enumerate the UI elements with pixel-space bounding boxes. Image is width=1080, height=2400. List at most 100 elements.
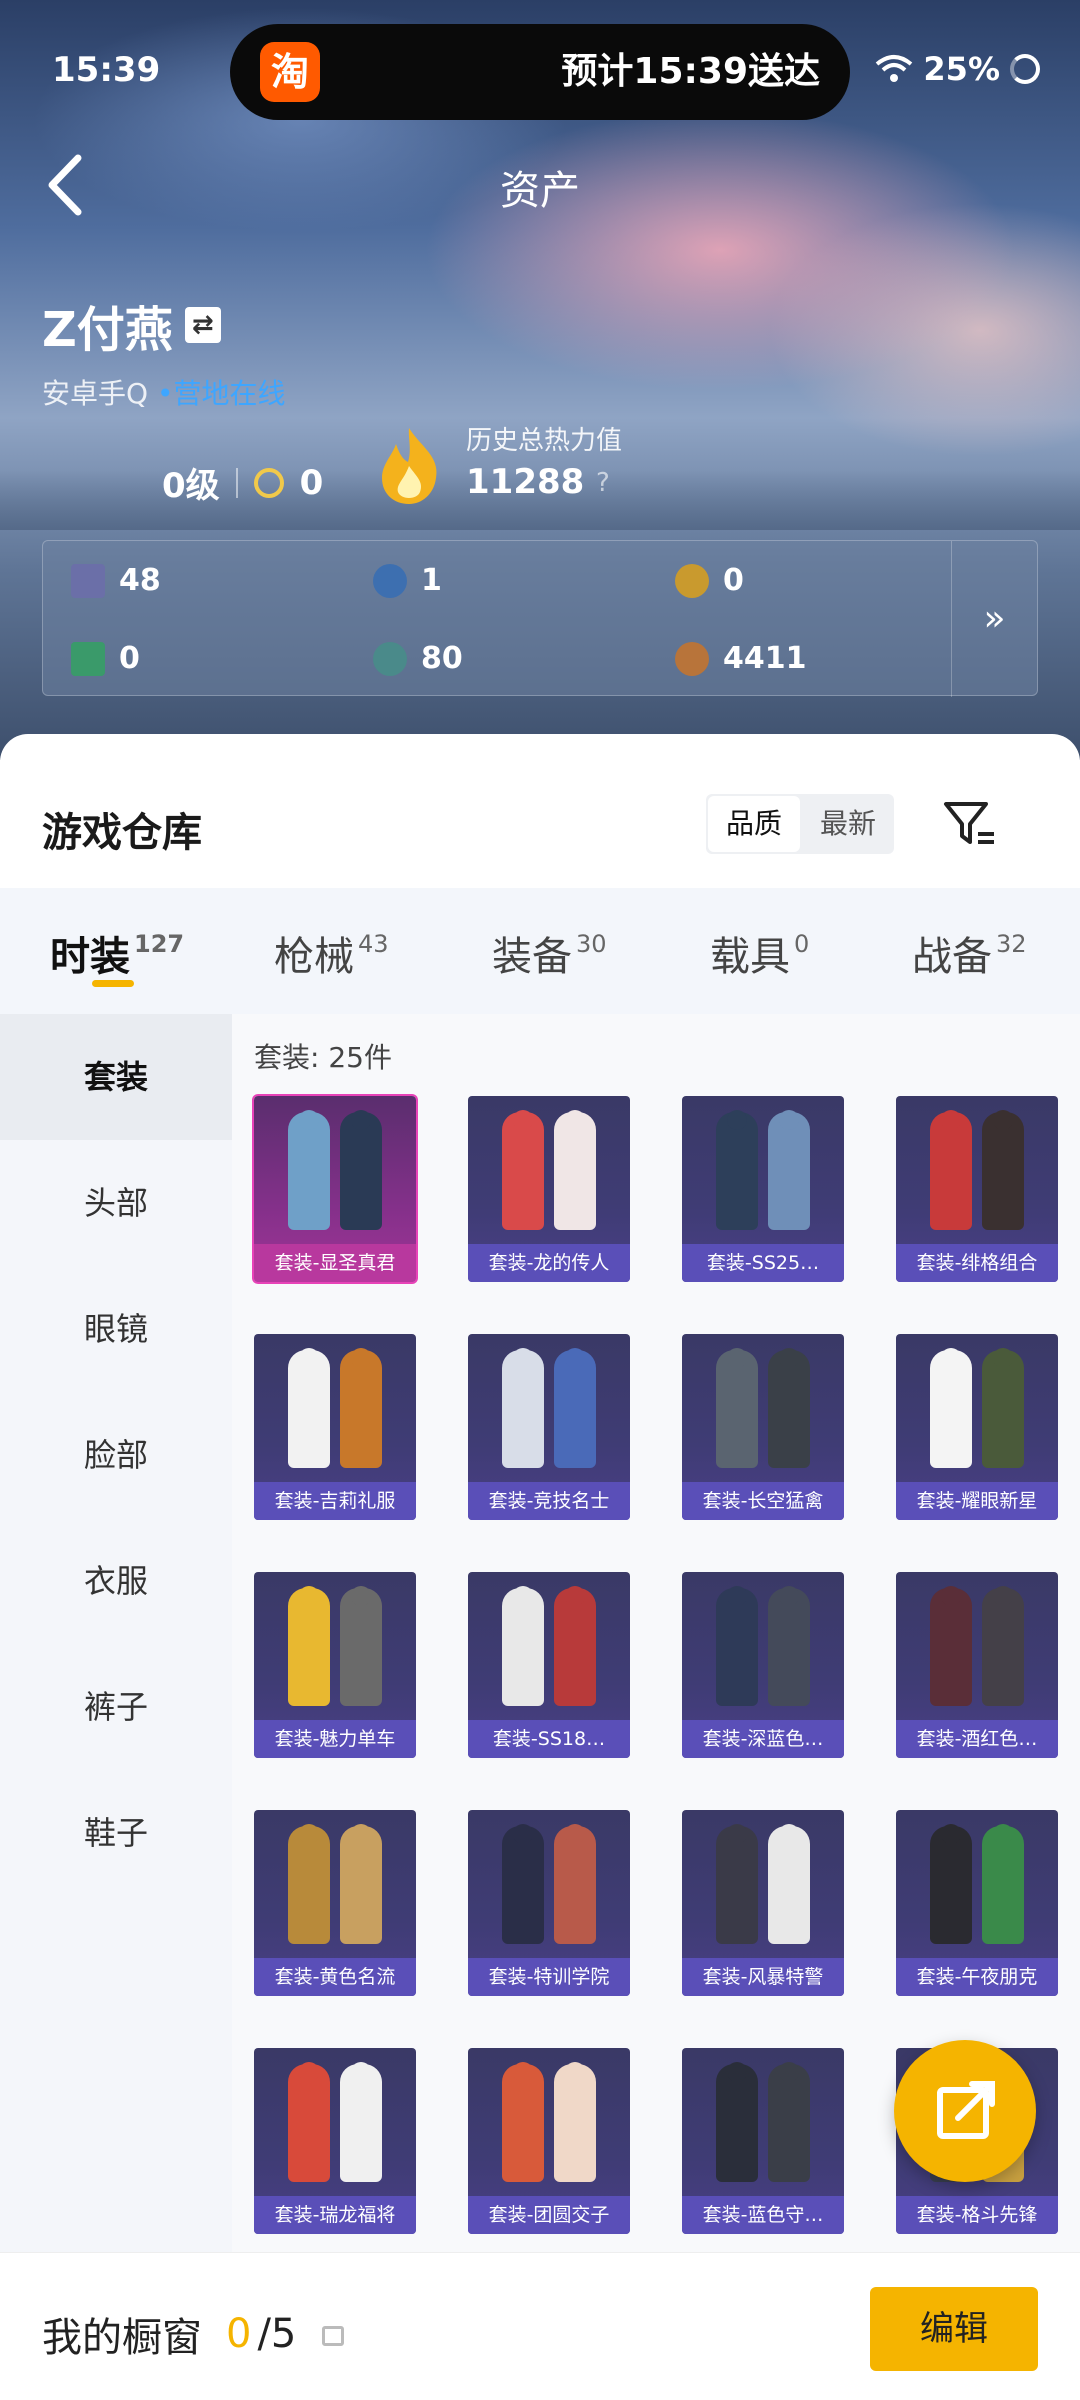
suit-thumbnail — [896, 1096, 1058, 1244]
suit-item[interactable]: 套装-竞技名士 — [468, 1334, 630, 1520]
warehouse-title: 游戏仓库 — [42, 810, 202, 856]
suit-item[interactable]: 套装-龙的传人 — [468, 1096, 630, 1282]
suit-item[interactable]: 套装-特训学院 — [468, 1810, 630, 1996]
player-name: Z付燕 — [42, 302, 173, 358]
tab-equipment[interactable]: 装备 30 — [492, 924, 607, 982]
heat-label: 历史总热力值 — [466, 426, 623, 456]
more-stats-icon[interactable]: » — [951, 541, 1037, 697]
showcase-title: 我的橱窗 — [42, 2315, 202, 2361]
battery-percent: 25% — [923, 50, 1000, 88]
suit-label: 套装-瑞龙福将 — [254, 2196, 416, 2234]
suit-item[interactable]: 套装-魅力单车 — [254, 1572, 416, 1758]
online-status: •营地在线 — [156, 377, 286, 410]
item-count: 套装: 25件 — [254, 1041, 392, 1074]
suit-item[interactable]: 套装-团圆交子 — [468, 2048, 630, 2234]
share-button[interactable] — [894, 2040, 1036, 2182]
suit-item[interactable]: 套装-午夜朋克 — [896, 1810, 1058, 1996]
status-bar: 15:39 淘 预计15:39送达 25% — [0, 0, 1080, 140]
edit-button[interactable]: 编辑 — [870, 2287, 1038, 2371]
suit-label: 套装-团圆交子 — [468, 2196, 630, 2234]
suit-item[interactable]: 套装-SS18… — [468, 1572, 630, 1758]
suit-label: 套装-SS25… — [682, 1244, 844, 1282]
suit-thumbnail — [896, 1810, 1058, 1958]
sidebar-item-pants[interactable]: 裤子 — [0, 1644, 232, 1770]
player-level: 0级 — [162, 466, 220, 506]
sidebar-item-head[interactable]: 头部 — [0, 1140, 232, 1266]
suit-thumbnail — [682, 1334, 844, 1482]
suit-thumbnail — [468, 1572, 630, 1720]
suit-item[interactable]: 套装-吉莉礼服 — [254, 1334, 416, 1520]
suit-thumbnail — [254, 1334, 416, 1482]
status-time: 15:39 — [52, 50, 161, 90]
coin-bronze-icon — [675, 641, 709, 676]
suit-item[interactable]: 套装-显圣真君 — [254, 1096, 416, 1282]
ticket-green-icon — [71, 641, 105, 676]
stat-item: 0 — [71, 641, 140, 676]
suit-thumbnail — [682, 1096, 844, 1244]
lock-icon — [322, 2326, 345, 2346]
coin-count: 0 — [299, 462, 324, 503]
suit-label: 套装-耀眼新星 — [896, 1482, 1058, 1520]
suit-item[interactable]: 套装-耀眼新星 — [896, 1334, 1058, 1520]
stat-item: 0 — [675, 563, 744, 598]
tab-fashion[interactable]: 时装 127 — [50, 924, 184, 982]
stats-panel[interactable]: 48 1 0 0 80 4411 » — [42, 540, 1038, 697]
suit-label: 套装-蓝色守… — [682, 2196, 844, 2234]
dynamic-island[interactable]: 淘 预计15:39送达 — [230, 24, 850, 120]
suit-label: 套装-吉莉礼服 — [254, 1482, 416, 1520]
tab-vehicles[interactable]: 载具 0 — [710, 924, 809, 982]
sort-quality-option[interactable]: 品质 — [708, 796, 800, 852]
suit-label: 套装-竞技名士 — [468, 1482, 630, 1520]
suit-label: 套装-特训学院 — [468, 1958, 630, 1996]
flame-icon — [382, 428, 437, 504]
suit-thumbnail — [254, 2048, 416, 2196]
sort-toggle[interactable]: 品质 最新 — [706, 794, 894, 854]
suit-label: 套装-绯格组合 — [896, 1244, 1058, 1282]
page-title: 资产 — [500, 168, 580, 214]
suit-item[interactable]: 套装-长空猛禽 — [682, 1334, 844, 1520]
suit-thumbnail — [254, 1096, 416, 1244]
sidebar-item-suit[interactable]: 套装 — [0, 1014, 232, 1140]
suit-item[interactable]: 套装-深蓝色… — [682, 1572, 844, 1758]
showcase-bar: 我的橱窗 0/5 编辑 — [0, 2252, 1080, 2400]
suit-label: 套装-风暴特警 — [682, 1958, 844, 1996]
suit-item[interactable]: 套装-酒红色… — [896, 1572, 1058, 1758]
suit-thumbnail — [682, 1572, 844, 1720]
suit-item[interactable]: 套装-风暴特警 — [682, 1810, 844, 1996]
orb-teal-icon — [373, 641, 407, 676]
suit-thumbnail — [468, 2048, 630, 2196]
player-info: Z付燕 ⇄ 安卓手Q •营地在线 — [42, 290, 285, 412]
sort-newest-option[interactable]: 最新 — [802, 794, 894, 854]
token-gold-icon — [675, 563, 709, 598]
suit-thumbnail — [254, 1572, 416, 1720]
switch-account-icon[interactable]: ⇄ — [184, 307, 221, 343]
sidebar: 套装 头部 眼镜 脸部 衣服 裤子 鞋子 — [0, 1014, 232, 2264]
suit-label: 套装-长空猛禽 — [682, 1482, 844, 1520]
suit-item[interactable]: 套装-SS25… — [682, 1096, 844, 1282]
player-platform: 安卓手Q — [42, 377, 149, 410]
sidebar-item-face[interactable]: 脸部 — [0, 1392, 232, 1518]
suit-item[interactable]: 套装-瑞龙福将 — [254, 2048, 416, 2234]
sidebar-item-glasses[interactable]: 眼镜 — [0, 1266, 232, 1392]
heat-value: 11288 — [466, 462, 585, 502]
system-icons: 25% — [875, 50, 1040, 88]
tab-supplies[interactable]: 战备 32 — [912, 924, 1027, 982]
wifi-icon — [876, 55, 913, 82]
suit-label: 套装-SS18… — [468, 1720, 630, 1758]
suit-thumbnail — [468, 1096, 630, 1244]
level-row: 0级 0 — [162, 458, 323, 507]
coin-icon — [253, 467, 284, 498]
filter-icon[interactable] — [940, 794, 1000, 854]
showcase-total: /5 — [257, 2311, 297, 2357]
suit-item[interactable]: 套装-蓝色守… — [682, 2048, 844, 2234]
sidebar-item-clothes[interactable]: 衣服 — [0, 1518, 232, 1644]
showcase-count: 0 — [226, 2311, 252, 2357]
suit-item[interactable]: 套装-黄色名流 — [254, 1810, 416, 1996]
help-icon[interactable]: ? — [596, 468, 610, 498]
suit-thumbnail — [682, 1810, 844, 1958]
suit-item[interactable]: 套装-绯格组合 — [896, 1096, 1058, 1282]
sidebar-item-shoes[interactable]: 鞋子 — [0, 1770, 232, 1896]
share-icon — [937, 2081, 995, 2139]
tab-guns[interactable]: 枪械 43 — [274, 924, 389, 982]
delivery-text: 预计15:39送达 — [561, 51, 820, 92]
